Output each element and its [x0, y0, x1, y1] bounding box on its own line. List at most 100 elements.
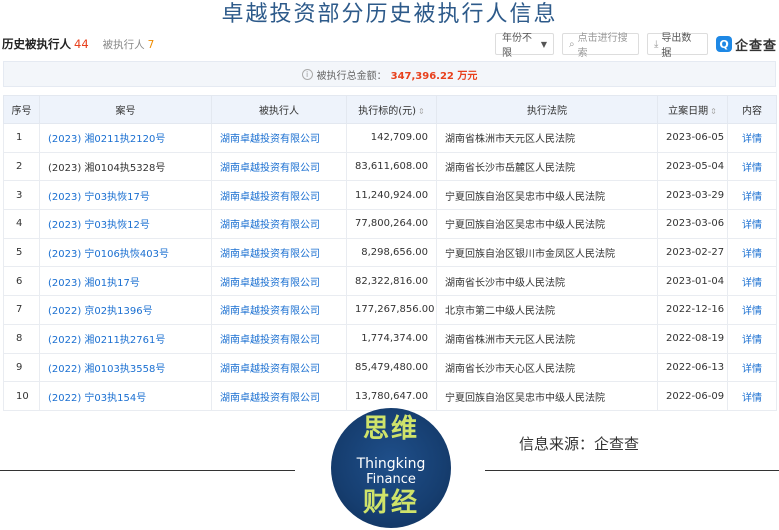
cell-court: 湖南省长沙市中级人民法院: [445, 277, 565, 289]
detail-link[interactable]: 详情: [742, 249, 762, 260]
table-cell: 湖南卓越投资有限公司: [211, 381, 347, 411]
cell-case-link[interactable]: (2023) 宁03执恢12号: [48, 220, 150, 231]
cell-party-link[interactable]: 湖南卓越投资有限公司: [220, 134, 320, 145]
search-input[interactable]: ⌕ 点击进行搜索: [562, 33, 639, 59]
table-row: 7 (2022) 京02执1396号 湖南卓越投资有限公司 177,267,856.0…: [3, 295, 777, 325]
cell-party-link[interactable]: 湖南卓越投资有限公司: [220, 335, 320, 346]
table-cell: 3: [3, 180, 40, 211]
brand-logo: Q 企查查: [716, 34, 777, 54]
table-cell: 10: [3, 381, 40, 411]
table-cell: 2022-08-19: [657, 323, 728, 354]
table-cell: 宁夏回族自治区银川市金凤区人民法院: [436, 237, 658, 268]
source-note: 信息来源：企查查: [519, 435, 640, 453]
search-placeholder: 点击进行搜索: [577, 33, 628, 59]
table-row: 5 (2023) 宁0106执恢403号 湖南卓越投资有限公司 8,298,656.0…: [3, 237, 777, 268]
table-row: 2 (2023) 湘0104执5328号 湖南卓越投资有限公司 83,611,608.…: [3, 151, 777, 182]
table-cell: 湖南卓越投资有限公司: [211, 266, 347, 297]
cell-case-link[interactable]: (2023) 宁0106执恢403号: [48, 249, 169, 260]
detail-link[interactable]: 详情: [742, 306, 762, 317]
cell-amount: 83,611,608.00: [355, 161, 429, 173]
footer-divider-left: [0, 470, 295, 471]
sort-icon[interactable]: ⇕: [710, 107, 717, 116]
table-row: 10 (2022) 宁03执154号 湖南卓越投资有限公司 13,780,647.00…: [3, 381, 777, 411]
table-cell: 13,780,647.00: [346, 381, 437, 411]
table-cell: 宁夏回族自治区吴忠市中级人民法院: [436, 180, 658, 211]
cell-case-link[interactable]: (2022) 湘0211执2761号: [48, 335, 165, 346]
cell-party-link[interactable]: 湖南卓越投资有限公司: [220, 249, 320, 260]
cell-party-link[interactable]: 湖南卓越投资有限公司: [220, 364, 320, 375]
cell-party-link[interactable]: 湖南卓越投资有限公司: [220, 163, 320, 174]
table-cell: 详情: [727, 323, 777, 354]
table-cell: 2: [3, 151, 40, 182]
cell-amount: 177,267,856.00: [355, 304, 435, 316]
cell-case-link[interactable]: (2022) 京02执1396号: [48, 306, 153, 317]
cell-case-link[interactable]: (2022) 宁03执154号: [48, 393, 146, 404]
table-row: 1 (2023) 湘0211执2120号 湖南卓越投资有限公司 142,709.00 湖…: [3, 123, 777, 153]
table-cell: (2023) 湘01执17号: [39, 266, 212, 297]
cell-amount: 13,780,647.00: [355, 390, 429, 402]
table-cell: 9: [3, 352, 40, 383]
detail-link[interactable]: 详情: [742, 393, 762, 404]
table-cell: 北京市第二中级人民法院: [436, 295, 658, 325]
cell-court: 湖南省株洲市天元区人民法院: [445, 134, 575, 146]
table-cell: 湖南省长沙市岳麓区人民法院: [436, 151, 658, 182]
cell-court: 湖南省株洲市天元区人民法院: [445, 335, 575, 347]
cell-party-link[interactable]: 湖南卓越投资有限公司: [220, 278, 320, 289]
table-cell: 77,800,264.00: [346, 209, 437, 239]
cell-party-link[interactable]: 湖南卓越投资有限公司: [220, 220, 320, 231]
table-cell: (2023) 宁0106执恢403号: [39, 237, 212, 268]
table-cell: 177,267,856.00: [346, 295, 437, 325]
table-row: 3 (2023) 宁03执恢17号 湖南卓越投资有限公司 11,240,924.00 宁…: [3, 180, 777, 211]
footer-divider-right: [485, 470, 779, 471]
cell-date: 2022-06-13: [666, 361, 725, 373]
logo-text-top: 思维: [362, 414, 419, 444]
search-icon: ⌕: [569, 38, 575, 50]
table-cell: 湖南卓越投资有限公司: [211, 295, 347, 325]
col-header-date[interactable]: 立案日期 ⇕: [657, 95, 728, 124]
cell-no: 1: [16, 132, 23, 144]
tab-executed[interactable]: 被执行人 7: [103, 37, 155, 52]
cell-no: 6: [16, 275, 23, 287]
cell-case-link[interactable]: (2023) 湘01执17号: [48, 278, 140, 289]
table-row: 4 (2023) 宁03执恢12号 湖南卓越投资有限公司 77,800,264.00 宁…: [3, 209, 777, 239]
table-cell: 142,709.00: [346, 123, 437, 153]
table-cell: 湖南省株洲市天元区人民法院: [436, 123, 658, 153]
sort-icon[interactable]: ⇕: [418, 107, 425, 116]
cell-amount: 8,298,656.00: [361, 247, 428, 259]
table-cell: 湖南卓越投资有限公司: [211, 237, 347, 268]
tab-historical-executed[interactable]: 历史被执行人 44: [2, 36, 89, 52]
detail-link[interactable]: 详情: [742, 220, 762, 231]
table-cell: (2023) 宁03执恢17号: [39, 180, 212, 211]
detail-link[interactable]: 详情: [742, 134, 762, 145]
cell-date: 2022-12-16: [666, 304, 725, 316]
cell-date: 2022-06-09: [666, 390, 725, 402]
table-cell: 2022-12-16: [657, 295, 728, 325]
table-cell: 宁夏回族自治区吴忠市中级人民法院: [436, 209, 658, 239]
year-filter-dropdown[interactable]: 年份不限 ▼: [495, 33, 554, 59]
table-cell: 2022-06-13: [657, 352, 728, 383]
table-cell: 详情: [727, 123, 777, 153]
tab-label: 被执行人: [102, 38, 145, 51]
cell-date: 2023-06-05: [666, 132, 725, 144]
table-cell: 详情: [727, 237, 777, 268]
col-header-amount[interactable]: 执行标的(元) ⇕: [346, 95, 437, 124]
cell-no: 2: [16, 161, 23, 173]
export-button[interactable]: ⤓ 导出数据: [647, 33, 708, 59]
qcc-logo-icon: Q: [716, 36, 732, 52]
detail-link[interactable]: 详情: [742, 364, 762, 375]
cell-no: 10: [16, 390, 29, 402]
detail-link[interactable]: 详情: [742, 278, 762, 289]
table-cell: 8,298,656.00: [346, 237, 437, 268]
logo-text-en1: Thingking: [356, 456, 426, 472]
detail-link[interactable]: 详情: [742, 192, 762, 203]
cell-case-link[interactable]: (2023) 湘0211执2120号: [48, 134, 165, 145]
cell-party-link[interactable]: 湖南卓越投资有限公司: [220, 393, 320, 404]
cell-case-link[interactable]: (2022) 湘0103执3558号: [48, 364, 165, 375]
cell-party-link[interactable]: 湖南卓越投资有限公司: [220, 306, 320, 317]
cell-party-link[interactable]: 湖南卓越投资有限公司: [220, 192, 320, 203]
cell-amount: 77,800,264.00: [355, 218, 429, 230]
detail-link[interactable]: 详情: [742, 335, 762, 346]
detail-link[interactable]: 详情: [742, 163, 762, 174]
cell-case-link[interactable]: (2023) 宁03执恢17号: [48, 192, 150, 203]
table-cell: 4: [3, 209, 40, 239]
